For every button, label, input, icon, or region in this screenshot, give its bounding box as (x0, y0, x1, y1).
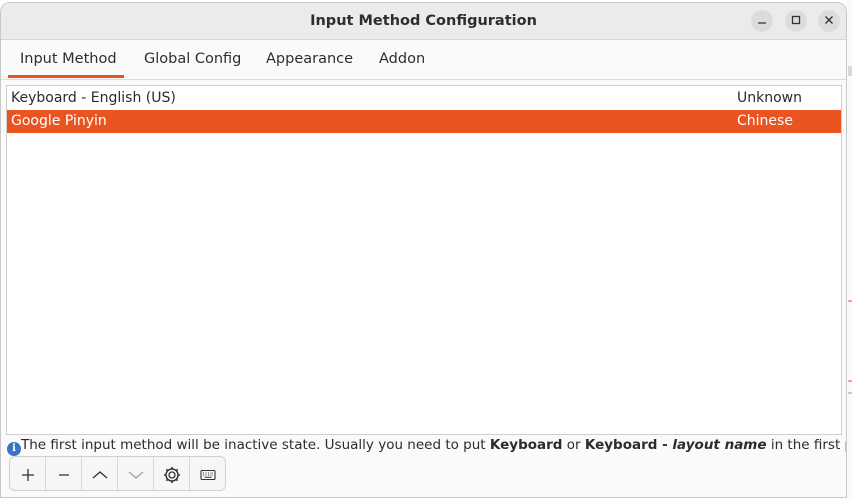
input-method-name: Google Pinyin (11, 113, 107, 129)
chevron-up-icon (92, 470, 107, 478)
move-up-button[interactable] (82, 457, 118, 490)
titlebar: Input Method Configuration (1, 3, 846, 40)
input-method-language: Unknown (737, 90, 802, 106)
close-button[interactable] (818, 10, 840, 32)
move-down-button[interactable] (118, 457, 154, 490)
add-button[interactable] (10, 457, 46, 490)
maximize-icon (791, 15, 801, 25)
list-item-selected[interactable]: Google Pinyin Chinese (China) (7, 110, 841, 152)
chevron-down-icon (128, 471, 143, 479)
minimize-icon (758, 22, 766, 24)
keyboard-icon (200, 469, 216, 480)
window-title: Input Method Configuration (310, 13, 537, 29)
minimize-button[interactable] (751, 10, 773, 32)
keyboard-layout-button[interactable] (190, 457, 225, 490)
remove-button[interactable] (46, 457, 82, 490)
info-icon: i (7, 442, 21, 456)
input-method-list[interactable]: Keyboard - English (US) Unknown Google P… (6, 85, 842, 435)
close-icon (825, 16, 833, 24)
maximize-button[interactable] (785, 10, 807, 32)
tab-appearance[interactable]: Appearance (266, 51, 353, 67)
gear-icon (163, 466, 180, 483)
configure-button[interactable] (154, 457, 190, 490)
input-method-language: Chinese (China) (737, 113, 793, 152)
info-message: i The first input method will be inactive… (7, 436, 846, 456)
tab-bar: Input Method Global Config Appearance Ad… (1, 40, 846, 80)
tab-global-config[interactable]: Global Config (144, 51, 241, 67)
input-method-name: Keyboard - English (US) (11, 90, 176, 106)
input-method-config-window: Input Method Configuration Input Method … (0, 2, 847, 498)
minus-icon (58, 473, 69, 476)
list-toolbar (9, 456, 226, 491)
list-item[interactable]: Keyboard - English (US) Unknown (7, 87, 841, 110)
tab-input-method[interactable]: Input Method (20, 51, 117, 67)
tab-addon[interactable]: Addon (379, 51, 425, 67)
plus-icon (21, 468, 34, 481)
active-tab-indicator (8, 75, 124, 78)
